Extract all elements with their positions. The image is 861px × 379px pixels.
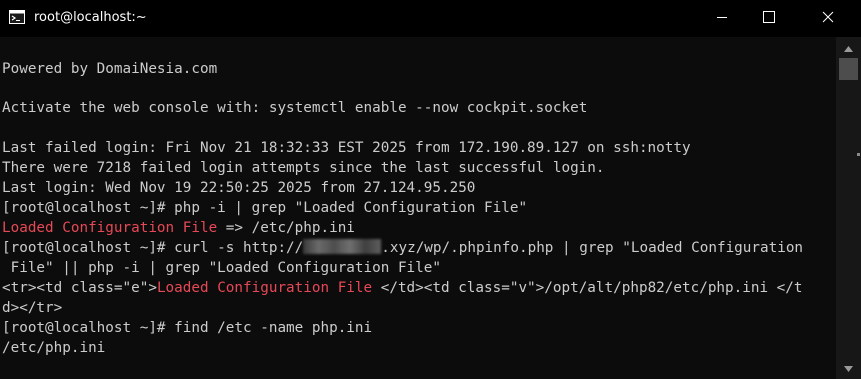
- console-text: => /etc/php.ini: [217, 220, 355, 236]
- console-line: Last failed login: Fri Nov 21 18:32:33 E…: [2, 140, 691, 156]
- console-line: [root@localhost ~]# find /etc -name php.…: [2, 320, 373, 336]
- terminal-output[interactable]: Powered by DomaiNesia.com Activate the w…: [2, 37, 836, 379]
- console-text: </td><td class="v">/opt/alt/php82/etc/ph…: [372, 280, 803, 296]
- scroll-up-button[interactable]: [836, 39, 861, 57]
- console-line: d></tr>: [2, 300, 63, 316]
- redacted-domain: [303, 239, 382, 254]
- highlighted-text: Loaded Configuration File: [2, 220, 218, 236]
- minimize-icon: [716, 10, 728, 28]
- minimize-button[interactable]: [699, 0, 745, 37]
- console-line: <tr><td class="e">Loaded Configuration F…: [2, 278, 803, 298]
- vertical-scrollbar[interactable]: [836, 37, 861, 379]
- console-text: <tr><td class="e">: [2, 280, 157, 296]
- console-line: There were 7218 failed login attempts si…: [2, 160, 605, 176]
- console-line: /etc/php.ini: [2, 340, 106, 356]
- console-line: File" || php -i | grep "Loaded Configura…: [2, 260, 441, 276]
- console-line: Activate the web console with: systemctl…: [2, 100, 588, 116]
- highlighted-text: Loaded Configuration File: [156, 280, 373, 296]
- console-line: Loaded Configuration File => /etc/php.in…: [2, 218, 355, 238]
- scrollbar-thumb[interactable]: [839, 58, 858, 80]
- console-line: [root@localhost ~]# curl -s http:// .xyz/…: [2, 238, 803, 258]
- scrollbar-marker: [857, 153, 860, 156]
- console-text: [root@localhost ~]# curl -s http://: [2, 240, 304, 256]
- close-icon: [822, 10, 834, 28]
- maximize-button[interactable]: [746, 0, 792, 37]
- console-line: [root@localhost ~]# php -i | grep "Loade…: [2, 200, 528, 216]
- terminal-app-icon: [9, 10, 25, 24]
- console-line: Powered by DomaiNesia.com: [2, 61, 218, 77]
- scroll-down-button[interactable]: [836, 359, 861, 377]
- terminal-window: root@localhost:~ Powered by DomaiNesia.c…: [0, 0, 861, 379]
- console-text: .xyz/wp/.phpinfo.php | grep "Loaded Conf…: [381, 240, 804, 256]
- window-title: root@localhost:~: [34, 10, 147, 25]
- console-line: Last login: Wed Nov 19 22:50:25 2025 fro…: [2, 180, 476, 196]
- maximize-icon: [763, 10, 775, 28]
- caret-up-icon: [844, 39, 853, 57]
- title-bar[interactable]: root@localhost:~: [0, 0, 861, 37]
- close-button[interactable]: [805, 0, 851, 37]
- caret-down-icon: [844, 359, 853, 377]
